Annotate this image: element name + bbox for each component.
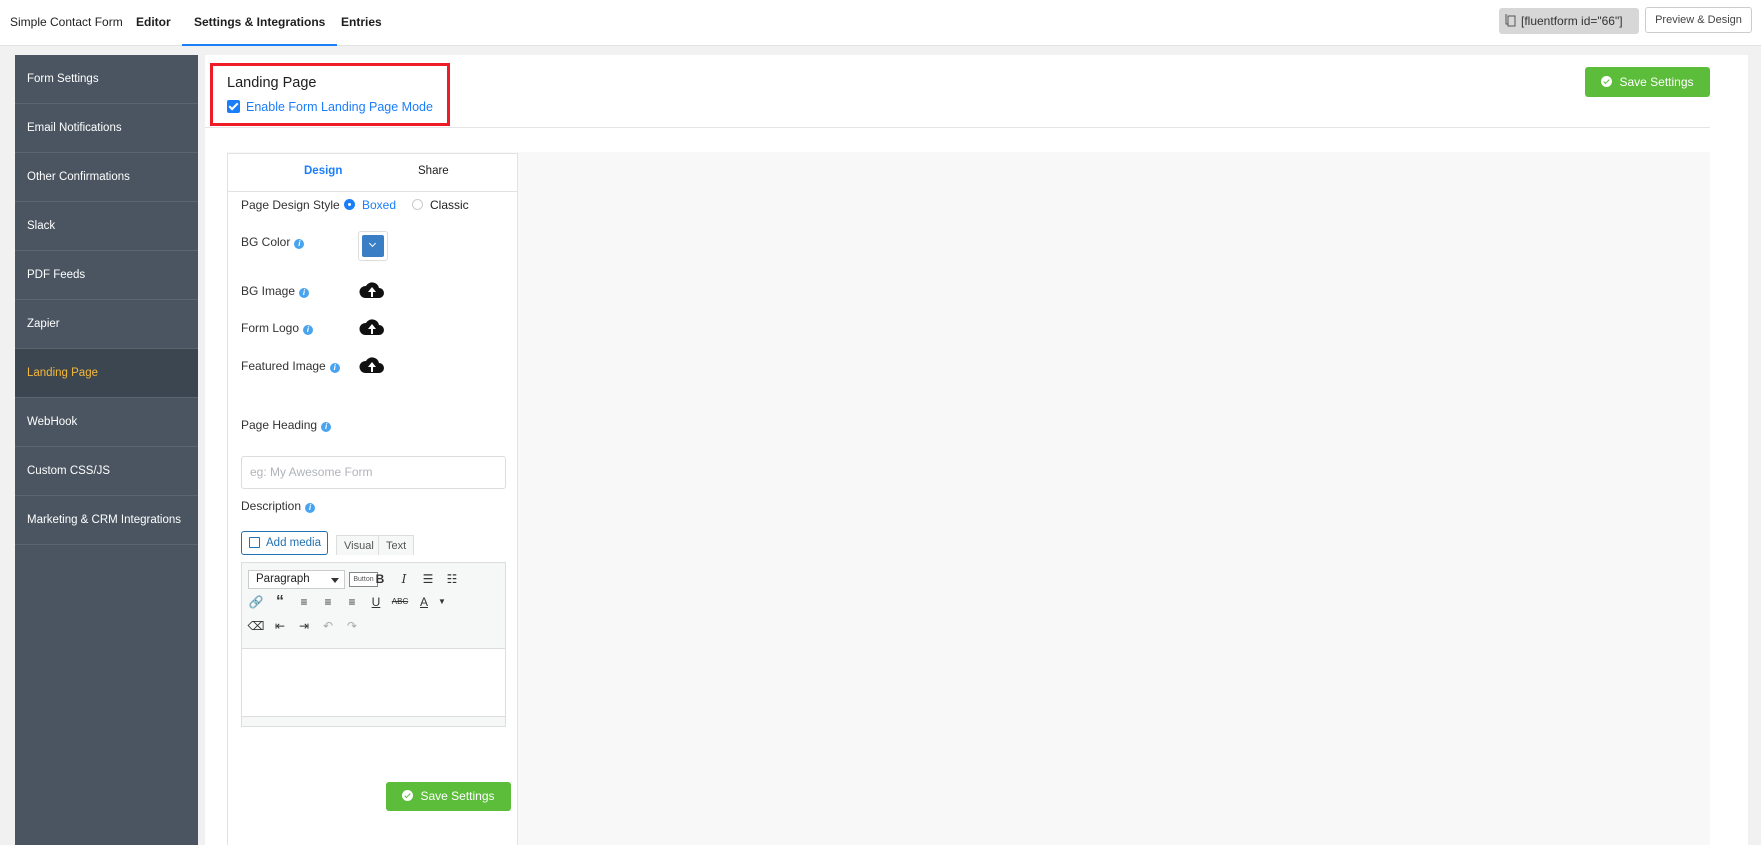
editor-content-area[interactable] (242, 649, 505, 726)
design-settings-card: Design Share Page Design Style Boxed Cla… (227, 153, 518, 845)
sidebar-item-email-notifications[interactable]: Email Notifications (15, 104, 198, 153)
top-navigation-bar: Simple Contact Form Editor Settings & In… (0, 0, 1761, 46)
blockquote-icon[interactable]: “ (270, 592, 290, 612)
sidebar-item-webhook[interactable]: WebHook (15, 398, 198, 447)
check-circle-icon (402, 790, 414, 801)
bg-color-label: BG Color i (241, 235, 305, 249)
bold-icon[interactable]: B (370, 569, 390, 589)
header-divider (205, 127, 1710, 128)
save-settings-label: Save Settings (1619, 75, 1694, 89)
rich-text-editor: Paragraph Button B I ☰ ☷ 🔗 “ ≡ ≡ ≡ U ABC… (241, 562, 506, 727)
redo-icon[interactable]: ↷ (342, 616, 362, 636)
align-right-icon[interactable]: ≡ (342, 592, 362, 612)
underline-icon[interactable]: U (366, 592, 386, 612)
bullet-list-icon[interactable]: ☰ (418, 569, 438, 589)
sidebar-item-form-settings[interactable]: Form Settings (15, 55, 198, 104)
save-settings-button-top[interactable]: Save Settings (1585, 67, 1710, 97)
info-icon: i (299, 288, 310, 298)
sidebar-item-pdf-feeds[interactable]: PDF Feeds (15, 251, 198, 300)
radio-boxed[interactable]: Boxed (344, 198, 396, 212)
chevron-down-icon (362, 235, 384, 257)
radio-boxed-label: Boxed (362, 198, 397, 212)
tab-design[interactable]: Design (304, 165, 342, 177)
sidebar-item-custom-css-js[interactable]: Custom CSS/JS (15, 447, 198, 496)
clear-formatting-icon[interactable]: ⌫ (246, 616, 266, 636)
info-icon: i (303, 325, 314, 335)
tab-settings-integrations[interactable]: Settings & Integrations (182, 0, 338, 46)
cloud-upload-icon[interactable] (358, 354, 386, 376)
info-icon: i (329, 363, 340, 373)
add-media-button[interactable]: Add media (241, 531, 328, 555)
cloud-upload-icon[interactable] (358, 279, 386, 301)
add-media-label: Add media (266, 537, 321, 549)
info-icon: i (321, 422, 332, 432)
featured-image-label: Featured Image i (241, 359, 340, 373)
page-title: Landing Page (227, 75, 317, 91)
form-name-label: Simple Contact Form (10, 15, 123, 29)
text-color-icon[interactable]: A (414, 592, 434, 612)
highlight-annotation-box (210, 63, 450, 126)
card-tabs: Design Share (228, 154, 517, 192)
editor-resize-bar[interactable] (242, 716, 505, 726)
format-select[interactable]: Paragraph (248, 570, 345, 589)
align-left-icon[interactable]: ≡ (294, 592, 314, 612)
page-heading-input[interactable]: eg: My Awesome Form (241, 456, 506, 489)
chevron-down-icon[interactable]: ▼ (432, 592, 452, 612)
sidebar-item-other-confirmations[interactable]: Other Confirmations (15, 153, 198, 202)
align-center-icon[interactable]: ≡ (318, 592, 338, 612)
main-panel: Landing Page Enable Form Landing Page Mo… (205, 55, 1748, 845)
bg-color-picker[interactable] (358, 231, 388, 261)
indent-icon[interactable]: ⇥ (294, 616, 314, 636)
page-design-style-label: Page Design Style (241, 198, 340, 212)
bg-image-label: BG Image i (241, 284, 310, 298)
form-logo-label: Form Logo i (241, 321, 314, 335)
info-icon: i (294, 239, 305, 249)
check-circle-icon (1601, 76, 1613, 87)
tab-entries[interactable]: Entries (341, 0, 382, 46)
shortcode-copy-button[interactable]: [fluentform id="66"] (1499, 8, 1639, 34)
link-icon[interactable]: 🔗 (246, 592, 266, 612)
copy-icon (1505, 14, 1516, 27)
save-settings-label: Save Settings (420, 789, 495, 803)
cloud-upload-icon[interactable] (358, 316, 386, 338)
tab-editor[interactable]: Editor (136, 0, 171, 46)
radio-classic[interactable]: Classic (412, 198, 469, 212)
sidebar-item-marketing-crm[interactable]: Marketing & CRM Integrations (15, 496, 198, 545)
settings-sidebar: Form Settings Email Notifications Other … (15, 55, 198, 845)
enable-landing-page-checkbox[interactable]: Enable Form Landing Page Mode (227, 100, 433, 114)
preview-design-button[interactable]: Preview & Design (1645, 7, 1752, 33)
sidebar-item-landing-page[interactable]: Landing Page (15, 349, 198, 398)
undo-icon[interactable]: ↶ (318, 616, 338, 636)
enable-landing-page-label: Enable Form Landing Page Mode (246, 100, 433, 114)
editor-tab-text[interactable]: Text (378, 535, 415, 555)
tab-share[interactable]: Share (418, 165, 449, 177)
sidebar-item-zapier[interactable]: Zapier (15, 300, 198, 349)
shortcode-text: [fluentform id="66"] (1521, 14, 1623, 28)
sidebar-item-slack[interactable]: Slack (15, 202, 198, 251)
numbered-list-icon[interactable]: ☷ (442, 569, 462, 589)
save-settings-button-bottom[interactable]: Save Settings (386, 782, 511, 811)
media-icon (249, 537, 260, 548)
outdent-icon[interactable]: ⇤ (270, 616, 290, 636)
radio-classic-label: Classic (430, 198, 469, 212)
strikethrough-icon[interactable]: ABC (390, 592, 410, 612)
description-label: Description i (241, 499, 316, 513)
editor-toolbar: Paragraph Button B I ☰ ☷ 🔗 “ ≡ ≡ ≡ U ABC… (242, 563, 505, 649)
radio-unselected-icon (412, 199, 423, 210)
italic-icon[interactable]: I (394, 569, 414, 589)
editor-tab-visual[interactable]: Visual (336, 535, 382, 555)
radio-selected-icon (344, 199, 355, 210)
page-heading-label: Page Heading i (241, 418, 332, 432)
checkbox-checked-icon[interactable] (227, 100, 240, 113)
info-icon: i (305, 503, 316, 513)
